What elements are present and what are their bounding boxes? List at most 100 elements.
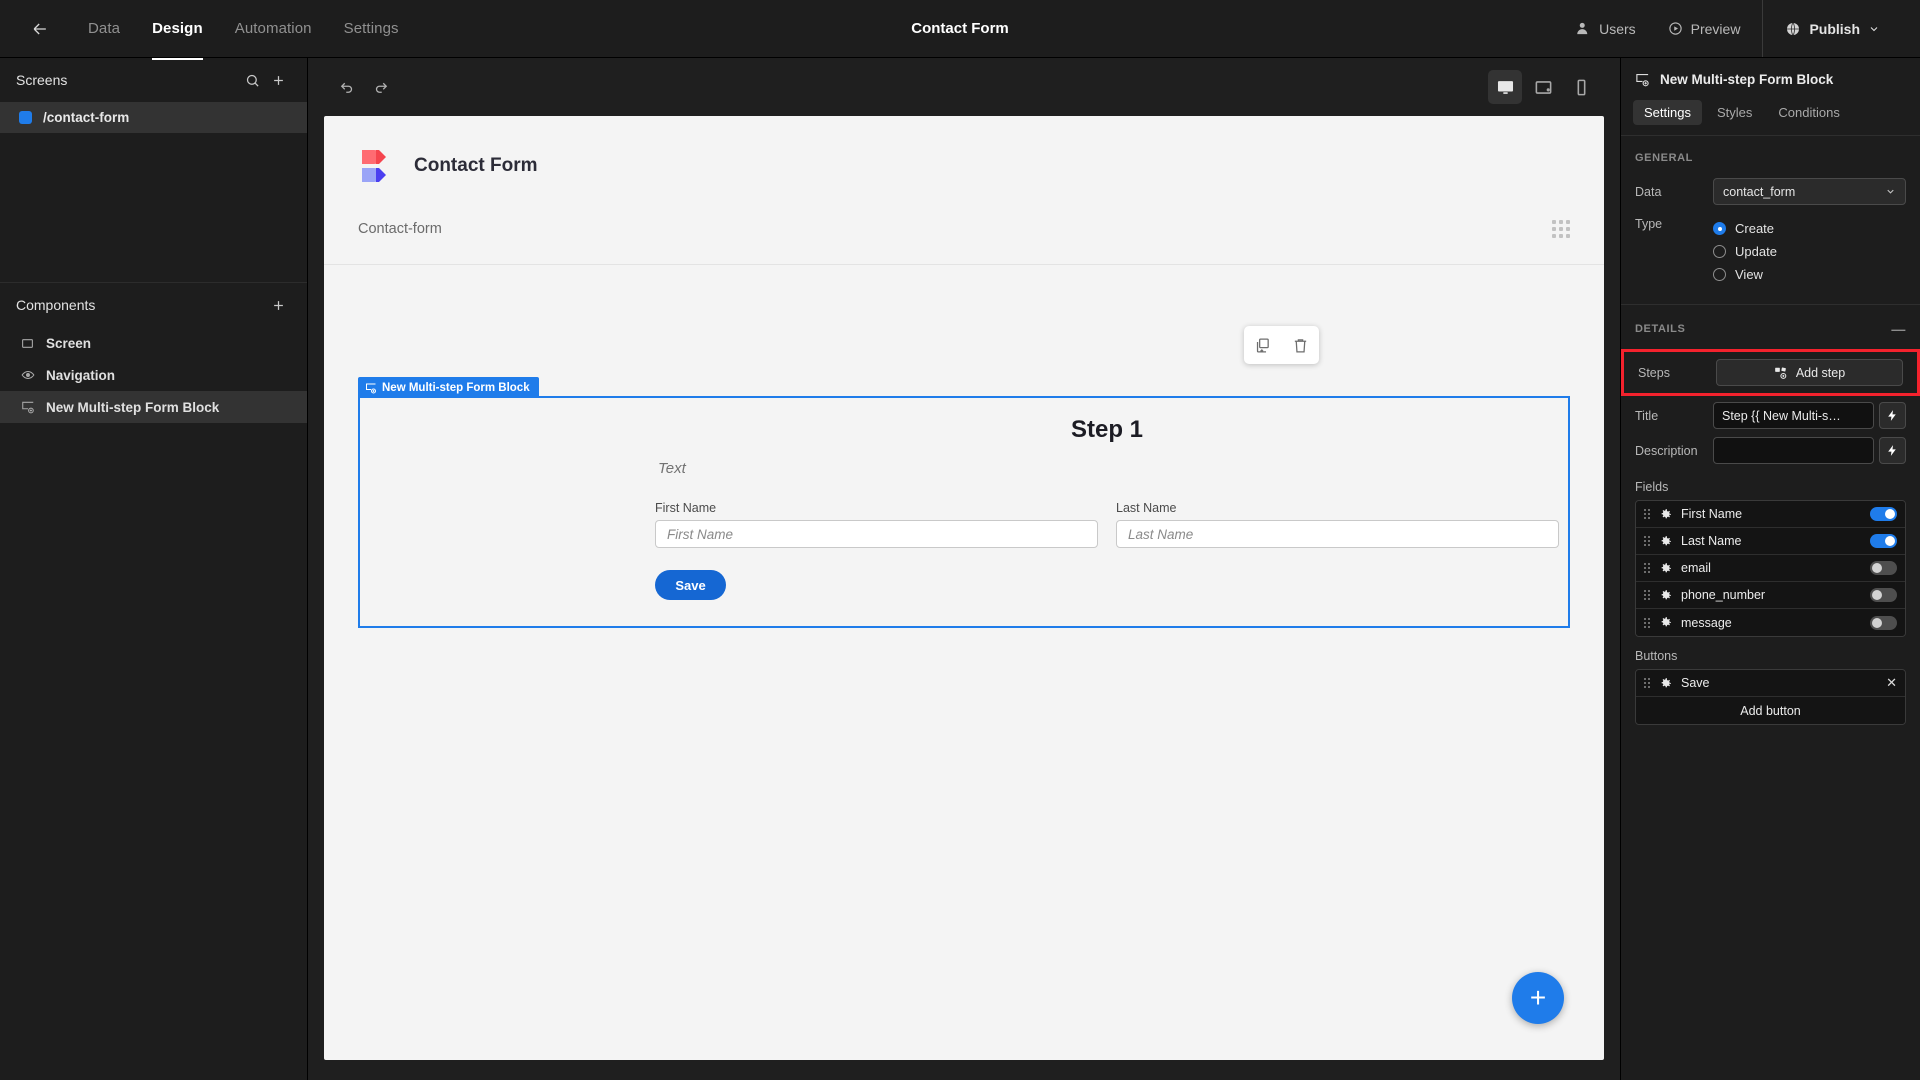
lightning-icon bbox=[1888, 445, 1896, 456]
form-save-button[interactable]: Save bbox=[655, 570, 726, 600]
title-input[interactable]: Step {{ New Multi-s… bbox=[1713, 402, 1874, 429]
device-mobile-button[interactable] bbox=[1564, 70, 1598, 104]
add-step-button[interactable]: Add step bbox=[1716, 359, 1903, 386]
gear-icon[interactable] bbox=[1659, 535, 1672, 548]
globe-icon bbox=[1787, 22, 1800, 35]
close-icon[interactable]: ✕ bbox=[1886, 675, 1897, 691]
drag-handle-icon[interactable] bbox=[1644, 536, 1650, 546]
type-option-view[interactable]: View bbox=[1713, 263, 1763, 286]
field-row-phone-number[interactable]: phone_number bbox=[1636, 582, 1905, 609]
undo-button[interactable] bbox=[330, 70, 364, 104]
publish-button[interactable]: Publish bbox=[1769, 0, 1896, 57]
app-brand: Contact Form bbox=[324, 116, 1604, 186]
drag-handle-icon[interactable] bbox=[1644, 678, 1650, 688]
device-tablet-button[interactable] bbox=[1526, 70, 1560, 104]
title-binding-button[interactable] bbox=[1879, 402, 1906, 429]
play-circle-icon bbox=[1668, 22, 1682, 35]
sidebar-item-contact-form-screen[interactable]: /contact-form bbox=[0, 102, 307, 133]
multistep-form-block[interactable]: New Multi-step Form Block Step 1 Text Fi… bbox=[358, 377, 1570, 628]
buttons-list: Save ✕ Add button bbox=[1635, 669, 1906, 725]
duplicate-icon[interactable] bbox=[1254, 337, 1271, 354]
last-name-input[interactable]: Last Name bbox=[1116, 520, 1559, 548]
tab-styles[interactable]: Styles bbox=[1706, 100, 1763, 125]
nav-tab-design[interactable]: Design bbox=[138, 14, 217, 60]
component-item-multistep-form-block[interactable]: New Multi-step Form Block bbox=[0, 391, 307, 423]
type-option-label: View bbox=[1735, 267, 1763, 282]
drag-handle-icon[interactable] bbox=[1644, 563, 1650, 573]
fields-label: Fields bbox=[1635, 480, 1669, 494]
field-row-label: First Name bbox=[1681, 507, 1743, 521]
search-icon[interactable] bbox=[239, 67, 265, 93]
tab-settings[interactable]: Settings bbox=[1633, 100, 1702, 125]
device-desktop-button[interactable] bbox=[1488, 70, 1522, 104]
screen-item-label: /contact-form bbox=[43, 110, 130, 125]
components-header: Components bbox=[0, 283, 307, 327]
gear-icon[interactable] bbox=[1659, 616, 1672, 629]
type-option-update[interactable]: Update bbox=[1713, 240, 1777, 263]
tab-conditions[interactable]: Conditions bbox=[1767, 100, 1850, 125]
field-label: Last Name bbox=[1116, 501, 1177, 515]
buttons-label: Buttons bbox=[1635, 649, 1678, 663]
add-component-fab[interactable]: + bbox=[1512, 972, 1564, 1024]
data-label: Data bbox=[1635, 184, 1662, 199]
data-source-select[interactable]: contact_form bbox=[1713, 178, 1906, 205]
add-screen-icon[interactable] bbox=[265, 67, 291, 93]
steps-label: Steps bbox=[1638, 365, 1670, 380]
button-row-save[interactable]: Save ✕ bbox=[1636, 670, 1905, 697]
nav-tab-automation[interactable]: Automation bbox=[221, 14, 326, 43]
delete-icon[interactable] bbox=[1292, 337, 1309, 354]
app-brand-name: Contact Form bbox=[414, 155, 538, 176]
drag-handle-icon[interactable] bbox=[1644, 509, 1650, 519]
gear-icon[interactable] bbox=[1659, 562, 1672, 575]
field-last-name: Last Name Last Name bbox=[1116, 501, 1559, 548]
component-float-toolbar bbox=[1244, 326, 1319, 364]
collapse-icon[interactable]: — bbox=[1891, 321, 1906, 337]
type-option-create[interactable]: Create bbox=[1713, 217, 1774, 240]
nav-tab-data[interactable]: Data bbox=[74, 14, 134, 43]
field-row-message[interactable]: message bbox=[1636, 609, 1905, 636]
field-first-name: First Name First Name bbox=[655, 501, 1098, 548]
description-input[interactable] bbox=[1713, 437, 1874, 464]
eye-icon bbox=[19, 368, 36, 382]
component-item-screen[interactable]: Screen bbox=[0, 327, 307, 359]
add-component-icon[interactable] bbox=[265, 292, 291, 318]
grid-handle-icon[interactable] bbox=[1552, 220, 1570, 238]
gear-icon[interactable] bbox=[1659, 508, 1672, 521]
field-toggle[interactable] bbox=[1870, 615, 1897, 630]
component-item-navigation[interactable]: Navigation bbox=[0, 359, 307, 391]
screens-header: Screens bbox=[0, 58, 307, 102]
settings-panel-title: New Multi-step Form Block bbox=[1660, 71, 1834, 87]
field-row-first-name[interactable]: First Name bbox=[1636, 501, 1905, 528]
users-button[interactable]: Users bbox=[1560, 0, 1652, 57]
field-row-email[interactable]: email bbox=[1636, 555, 1905, 582]
drag-handle-icon[interactable] bbox=[1644, 617, 1650, 628]
gear-icon[interactable] bbox=[1659, 589, 1672, 602]
step-title: Step 1 bbox=[1070, 416, 1144, 443]
first-name-input[interactable]: First Name bbox=[655, 520, 1098, 548]
description-binding-button[interactable] bbox=[1879, 437, 1906, 464]
preview-button[interactable]: Preview bbox=[1652, 0, 1757, 57]
nav-tab-settings[interactable]: Settings bbox=[330, 14, 413, 43]
gear-icon[interactable] bbox=[1659, 677, 1672, 690]
component-label: New Multi-step Form Block bbox=[46, 399, 220, 415]
fields-list: First Name Last Name email phone_number … bbox=[1635, 500, 1906, 637]
canvas-toolbar bbox=[308, 58, 1620, 116]
step-description-text: Text bbox=[658, 460, 686, 477]
settings-tabs: Settings Styles Conditions bbox=[1621, 100, 1920, 135]
block-tag-label: New Multi-step Form Block bbox=[382, 381, 530, 394]
field-toggle[interactable] bbox=[1870, 588, 1897, 602]
back-button[interactable] bbox=[24, 13, 56, 45]
drag-handle-icon[interactable] bbox=[1644, 590, 1650, 600]
preview-label: Preview bbox=[1690, 20, 1741, 37]
screen-color-swatch bbox=[19, 111, 32, 124]
field-toggle[interactable] bbox=[1870, 507, 1897, 521]
field-row-last-name[interactable]: Last Name bbox=[1636, 528, 1905, 555]
app-preview-canvas[interactable]: Contact Form Contact-form New Multi-step… bbox=[324, 116, 1604, 1060]
field-toggle[interactable] bbox=[1870, 561, 1897, 575]
users-icon bbox=[1577, 22, 1588, 35]
add-button-row[interactable]: Add button bbox=[1636, 697, 1905, 724]
breadcrumb: Contact-form bbox=[324, 186, 1604, 238]
field-toggle[interactable] bbox=[1870, 534, 1897, 548]
redo-button[interactable] bbox=[364, 70, 398, 104]
general-section-title: GENERAL bbox=[1635, 152, 1693, 164]
